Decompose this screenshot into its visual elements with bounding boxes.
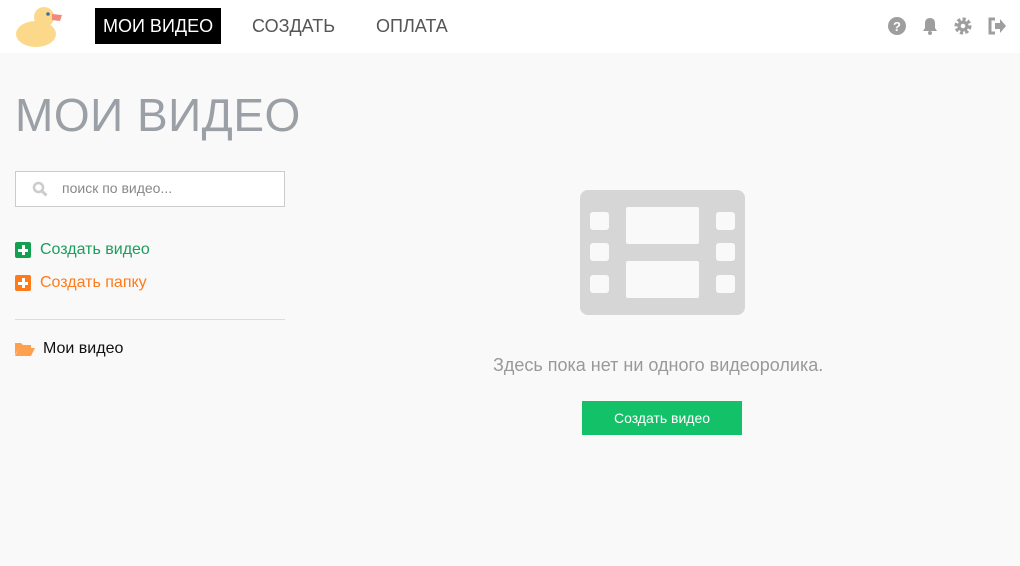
top-bar: МОИ ВИДЕО СОЗДАТЬ ОПЛАТА ? <box>0 0 1020 53</box>
folder-my-videos[interactable]: Мои видео <box>15 340 123 358</box>
plus-square-icon <box>15 275 31 291</box>
nav-create[interactable]: СОЗДАТЬ <box>244 8 343 44</box>
create-video-link[interactable]: Создать видео <box>15 241 150 259</box>
bell-icon[interactable] <box>920 16 940 36</box>
create-video-label: Создать видео <box>40 241 150 258</box>
search-icon <box>32 181 48 197</box>
nav-payment[interactable]: ОПЛАТА <box>368 8 456 44</box>
folder-open-icon <box>15 343 35 356</box>
search-input[interactable] <box>62 180 262 196</box>
page-title: МОИ ВИДЕО <box>15 89 301 141</box>
logout-icon[interactable] <box>987 16 1007 36</box>
create-folder-link[interactable]: Создать папку <box>15 274 147 292</box>
svg-text:?: ? <box>893 19 901 34</box>
help-icon[interactable]: ? <box>887 16 907 36</box>
empty-state-text: Здесь пока нет ни одного видеоролика. <box>493 355 824 375</box>
search-box[interactable] <box>15 171 285 207</box>
create-video-button[interactable]: Создать видео <box>582 401 742 435</box>
divider <box>15 319 285 320</box>
folder-label: Мои видео <box>43 340 124 357</box>
gear-icon[interactable] <box>953 16 973 36</box>
plus-square-icon <box>15 242 31 258</box>
create-folder-label: Создать папку <box>40 274 147 291</box>
nav-my-videos[interactable]: МОИ ВИДЕО <box>95 8 222 44</box>
film-icon <box>580 190 745 315</box>
duck-logo[interactable] <box>14 4 64 48</box>
